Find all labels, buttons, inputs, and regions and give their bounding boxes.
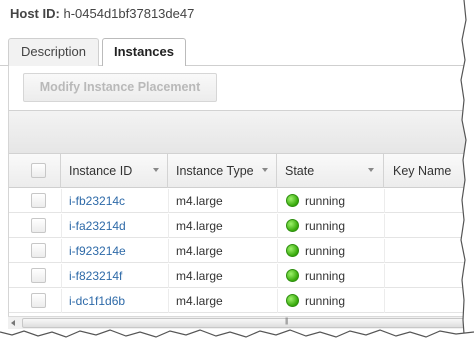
row-checkbox[interactable] <box>31 268 46 283</box>
modify-instance-placement-button[interactable]: Modify Instance Placement <box>23 73 217 102</box>
table-row[interactable]: i-f923214e m4.large running <box>9 239 474 263</box>
state-value: running <box>305 219 346 233</box>
state-value: running <box>305 194 346 208</box>
sort-arrow-icon[interactable] <box>368 168 374 172</box>
status-running-icon <box>286 194 299 207</box>
row-checkbox[interactable] <box>31 218 46 233</box>
instance-type-value: m4.large <box>176 194 223 208</box>
status-running-icon <box>286 269 299 282</box>
instance-id-link[interactable]: i-f923214e <box>69 239 126 263</box>
row-checkbox[interactable] <box>31 193 46 208</box>
column-label-instance-id: Instance ID <box>69 164 133 178</box>
sort-arrow-icon[interactable] <box>153 168 159 172</box>
column-header-instance-id[interactable]: Instance ID <box>61 154 168 188</box>
column-header-state[interactable]: State <box>277 154 384 188</box>
tab-description[interactable]: Description <box>8 38 99 66</box>
header-select-cell <box>9 154 61 188</box>
status-running-icon <box>286 244 299 257</box>
host-id-value: h-0454d1bf37813de47 <box>63 6 195 21</box>
instances-panel: Modify Instance Placement Instance ID In… <box>8 66 474 328</box>
state-value: running <box>305 244 346 258</box>
table-row[interactable]: i-fa23214d m4.large running <box>9 214 474 238</box>
table-row[interactable]: i-f823214f m4.large running <box>9 264 474 288</box>
instance-type-value: m4.large <box>176 294 223 308</box>
instance-type-value: m4.large <box>176 269 223 283</box>
table-row[interactable]: i-dc1f1d6b m4.large running <box>9 289 474 313</box>
column-label-key-name: Key Name <box>393 164 452 178</box>
status-running-icon <box>286 219 299 232</box>
table-toolbar <box>9 110 474 154</box>
instance-id-link[interactable]: i-fa23214d <box>69 214 126 238</box>
column-header-instance-type[interactable]: Instance Type <box>168 154 277 188</box>
host-id-label: Host ID: <box>10 6 60 21</box>
tab-bar: Description Instances <box>0 36 474 68</box>
torn-edge-right <box>460 0 474 348</box>
select-all-checkbox[interactable] <box>31 163 46 178</box>
instance-id-link[interactable]: i-fb23214c <box>69 189 125 213</box>
sort-arrow-icon[interactable] <box>262 168 268 172</box>
instance-id-link[interactable]: i-f823214f <box>69 264 122 288</box>
column-label-instance-type: Instance Type <box>176 164 254 178</box>
row-checkbox[interactable] <box>31 243 46 258</box>
instance-type-value: m4.large <box>176 219 223 233</box>
state-value: running <box>305 269 346 283</box>
column-label-state: State <box>285 164 315 178</box>
tab-instances[interactable]: Instances <box>102 38 186 68</box>
host-id-heading: Host ID: h-0454d1bf37813de47 <box>10 6 194 21</box>
row-checkbox[interactable] <box>31 293 46 308</box>
table-header: Instance ID Instance Type State Key Name <box>9 154 474 188</box>
instance-id-link[interactable]: i-dc1f1d6b <box>69 289 125 313</box>
table-row[interactable]: i-fb23214c m4.large running <box>9 189 474 213</box>
status-running-icon <box>286 294 299 307</box>
torn-edge-bottom <box>0 329 474 348</box>
instance-type-value: m4.large <box>176 244 223 258</box>
state-value: running <box>305 294 346 308</box>
